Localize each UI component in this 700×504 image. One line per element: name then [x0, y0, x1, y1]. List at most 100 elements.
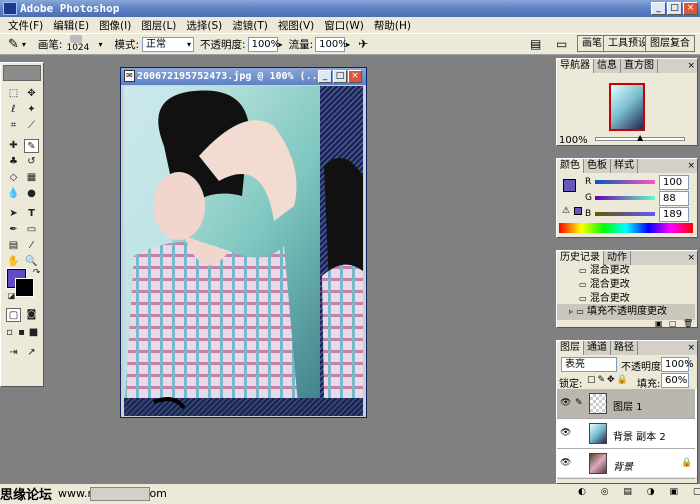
layer-opacity-input[interactable]: 100%	[661, 357, 694, 372]
brush-picker-arrow[interactable]: ▾	[98, 40, 102, 49]
g-slider[interactable]	[595, 196, 655, 200]
adobe-online-logo[interactable]	[3, 65, 41, 81]
taskbar-button[interactable]	[90, 487, 150, 501]
menu-filter[interactable]: 滤镜(T)	[227, 18, 273, 33]
layer-row-1[interactable]: 👁 ✎ 图层 1	[557, 389, 695, 419]
lasso-tool-icon[interactable]: ℓ	[6, 103, 21, 117]
menu-help[interactable]: 帮助(H)	[369, 18, 416, 33]
notes-tool-icon[interactable]: ▤	[6, 239, 21, 253]
eye-icon[interactable]: 👁	[560, 458, 571, 468]
crop-tool-icon[interactable]: ⌗	[6, 119, 21, 133]
fill-input[interactable]: 60%	[661, 373, 689, 388]
maximize-button[interactable]: □	[667, 2, 682, 15]
brush-tool-icon[interactable]: ✎	[8, 37, 19, 52]
tab-info[interactable]: 信息	[594, 59, 621, 73]
opacity-slider-arrow[interactable]: ▸	[279, 40, 283, 49]
layer-row-2[interactable]: 👁 背景 副本 2	[557, 419, 695, 449]
menu-file[interactable]: 文件(F)	[3, 18, 48, 33]
tab-styles[interactable]: 样式	[611, 159, 638, 173]
menu-edit[interactable]: 编辑(E)	[48, 18, 94, 33]
menu-image[interactable]: 图像(I)	[94, 18, 136, 33]
document-close-button[interactable]: ×	[348, 70, 362, 83]
document-maximize-button[interactable]: □	[333, 70, 347, 83]
tab-navigator[interactable]: 导航器	[557, 59, 594, 73]
panel-close-icon[interactable]: ×	[687, 342, 695, 355]
menu-select[interactable]: 选择(S)	[181, 18, 227, 33]
gradient-tool-icon[interactable]: ▦	[24, 171, 39, 185]
healing-brush-tool-icon[interactable]: ✚	[6, 139, 21, 153]
menu-layer[interactable]: 图层(L)	[136, 18, 181, 33]
color-spectrum-bar[interactable]	[559, 223, 693, 233]
tab-swatches[interactable]: 色板	[584, 159, 611, 173]
marquee-tool-icon[interactable]: ⬚	[6, 87, 21, 101]
screen-mode-standard-icon[interactable]: ▫	[4, 326, 15, 340]
zoom-slider-handle[interactable]: ▲	[637, 133, 643, 142]
brush-link-icon[interactable]: ✎	[575, 398, 583, 408]
palette-well-tab-layer-comps[interactable]: 图层复合	[645, 35, 695, 52]
move-tool-icon[interactable]: ✥	[24, 87, 39, 101]
clone-stamp-tool-icon[interactable]: ♣	[6, 155, 21, 169]
history-item-selected[interactable]: ▹ ▭ 填充不透明度更改	[557, 304, 695, 320]
blur-tool-icon[interactable]: 💧	[6, 187, 21, 201]
flow-slider-arrow[interactable]: ▸	[346, 40, 350, 49]
panel-close-icon[interactable]: ×	[687, 160, 695, 173]
tool-preset-dropdown[interactable]: ▾	[22, 40, 26, 49]
brush-tool-icon[interactable]: ✎	[24, 139, 39, 153]
dodge-tool-icon[interactable]: ●	[24, 187, 39, 201]
blend-mode-select[interactable]: 表亮	[561, 357, 617, 372]
shape-tool-icon[interactable]: ▭	[24, 223, 39, 237]
tab-color[interactable]: 颜色	[557, 159, 584, 173]
layer-actions-icon[interactable]: ◐ ◎ ▤ ◑ ▣ ▢ 🗑	[578, 487, 700, 497]
new-snapshot-icon[interactable]: ▣	[655, 319, 663, 328]
new-document-icon[interactable]: ▢	[669, 319, 677, 328]
eye-icon[interactable]: 👁	[560, 428, 571, 438]
gamut-swatch[interactable]	[574, 207, 582, 215]
flow-input[interactable]: 100%	[315, 36, 348, 52]
canvas-photo[interactable]	[124, 86, 363, 416]
opacity-input[interactable]: 100%	[247, 36, 280, 52]
path-selection-tool-icon[interactable]: ➤	[6, 207, 21, 221]
layer-row-3[interactable]: 👁 背景 🔒	[557, 449, 695, 479]
navigator-thumbnail[interactable]	[609, 83, 645, 131]
b-input[interactable]: 189	[659, 207, 689, 222]
eye-icon[interactable]: 👁	[560, 398, 571, 408]
jump-to-imageready-icon[interactable]: ⇥	[6, 346, 21, 360]
standard-mode-icon[interactable]: ▢	[6, 308, 21, 322]
document-minimize-button[interactable]: _	[318, 70, 332, 83]
quick-mask-mode-icon[interactable]: ◙	[24, 308, 39, 322]
default-colors-icon[interactable]: ◪	[4, 289, 19, 303]
magic-wand-tool-icon[interactable]: ✦	[24, 103, 39, 117]
hand-tool-icon[interactable]: ✋	[6, 255, 21, 269]
tab-histogram[interactable]: 直方图	[621, 59, 658, 73]
slice-tool-icon[interactable]: ⟋	[24, 119, 39, 133]
airbrush-icon[interactable]: ✈	[358, 37, 368, 51]
tab-paths[interactable]: 路径	[611, 341, 638, 355]
screen-mode-full-icon[interactable]: ■	[28, 326, 39, 340]
screen-mode-full-menu-icon[interactable]: ▪	[16, 326, 27, 340]
panel-close-icon[interactable]: ×	[687, 60, 695, 73]
eyedropper-tool-icon[interactable]: ⁄	[24, 239, 39, 253]
r-input[interactable]: 100	[659, 175, 689, 190]
swap-colors-icon[interactable]: ↷	[29, 266, 44, 280]
file-browser-icon[interactable]: ▤	[530, 37, 541, 51]
gamut-warning-icon[interactable]: ⚠	[562, 206, 570, 216]
mode-select[interactable]: 正常 ▾	[142, 36, 195, 52]
brush-preset-picker[interactable]: 1024	[66, 35, 89, 53]
type-tool-icon[interactable]: T	[24, 207, 39, 221]
history-brush-tool-icon[interactable]: ↺	[24, 155, 39, 169]
close-button[interactable]: ×	[683, 2, 698, 15]
menu-view[interactable]: 视图(V)	[273, 18, 319, 33]
tab-channels[interactable]: 通道	[584, 341, 611, 355]
eraser-tool-icon[interactable]: ◇	[6, 171, 21, 185]
b-slider[interactable]	[595, 212, 655, 216]
pen-tool-icon[interactable]: ✒	[6, 223, 21, 237]
trash-icon[interactable]: 🗑	[683, 319, 693, 328]
g-input[interactable]: 88	[659, 191, 689, 206]
navigator-zoom[interactable]: 100%	[559, 135, 588, 146]
imageready-icon[interactable]: ↗	[24, 346, 39, 360]
lock-options-icon[interactable]: ▢✎✥🔒	[587, 375, 630, 385]
tab-layers[interactable]: 图层	[557, 341, 584, 355]
color-foreground-swatch[interactable]	[563, 179, 576, 192]
menu-window[interactable]: 窗口(W)	[319, 18, 369, 33]
minimize-button[interactable]: _	[651, 2, 666, 15]
